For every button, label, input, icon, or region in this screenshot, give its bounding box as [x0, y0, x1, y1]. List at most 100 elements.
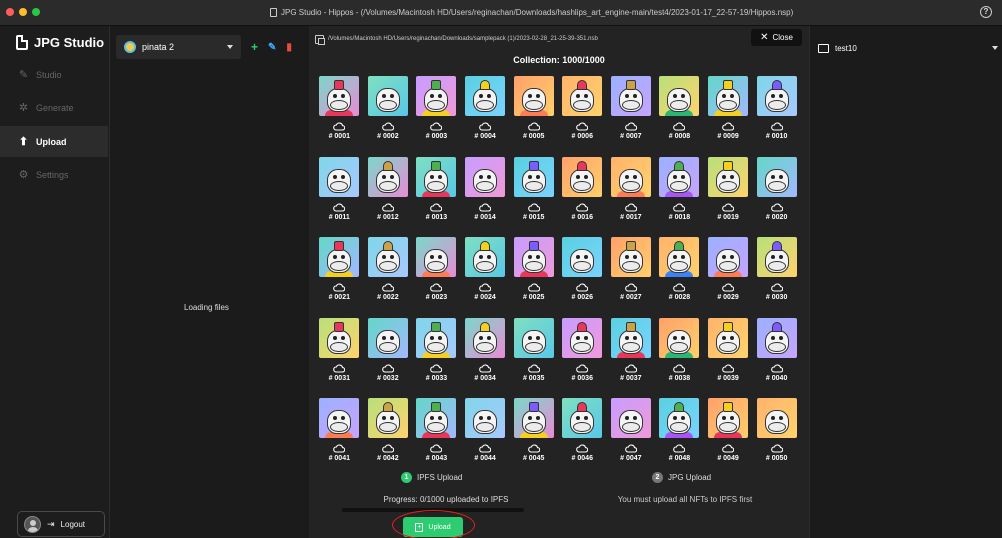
nft-item[interactable]: # 0044 [461, 398, 510, 466]
nft-item[interactable]: # 0020 [752, 156, 801, 238]
hippo-eye [632, 94, 637, 98]
hat-decoration [577, 80, 588, 90]
nft-item[interactable]: # 0039 [704, 317, 753, 399]
hat-decoration [528, 160, 539, 171]
nft-item[interactable]: # 0037 [607, 317, 656, 399]
cloud-icon [673, 283, 686, 292]
nft-number: # 0046 [571, 455, 593, 462]
sidebar-item-studio[interactable]: ✎ Studio [0, 59, 108, 90]
nft-item[interactable]: # 0050 [752, 398, 801, 466]
nft-item[interactable]: # 0028 [655, 237, 704, 318]
nft-item[interactable]: # 0027 [607, 237, 656, 318]
hippo-snout [330, 341, 349, 352]
nft-item[interactable]: # 0036 [558, 317, 607, 399]
hat-decoration [382, 402, 393, 412]
close-window-button[interactable] [6, 8, 14, 16]
nft-item[interactable]: # 0011 [315, 156, 364, 238]
hippo-eye [535, 335, 540, 340]
edit-project-button[interactable]: ✎ [268, 42, 276, 53]
minimize-window-button[interactable] [19, 8, 27, 16]
nft-item[interactable]: # 0047 [607, 398, 656, 466]
nft-item[interactable]: # 0005 [509, 76, 558, 157]
nft-item[interactable]: # 0013 [412, 156, 461, 238]
hat-decoration [771, 80, 782, 90]
nft-item[interactable]: # 0003 [412, 76, 461, 157]
project-select[interactable]: pinata 2 [116, 35, 241, 59]
copy-icon[interactable] [315, 34, 325, 45]
nft-item[interactable]: # 0038 [655, 317, 704, 399]
nft-item[interactable]: # 0033 [412, 317, 461, 399]
hippo-snout [767, 341, 786, 352]
hippo-eye [632, 255, 637, 259]
hippo-snout [719, 341, 738, 352]
nft-item[interactable]: # 0032 [364, 317, 413, 399]
nft-item[interactable]: # 0024 [461, 237, 510, 318]
nft-item[interactable]: # 0007 [607, 76, 656, 157]
nft-item[interactable]: # 0012 [364, 156, 413, 238]
sidebar-item-upload[interactable]: ⬆ Upload [0, 126, 108, 157]
nft-item[interactable]: # 0001 [315, 76, 364, 157]
nft-item[interactable]: # 0049 [704, 398, 753, 466]
nft-item[interactable]: # 0035 [509, 317, 558, 399]
nft-item[interactable]: # 0008 [655, 76, 704, 157]
collection-select[interactable]: test10 [818, 38, 998, 58]
nft-item[interactable]: # 0009 [704, 76, 753, 157]
hippo-eye [341, 335, 346, 340]
delete-project-button[interactable]: ▮ [286, 42, 292, 53]
nft-item[interactable]: # 0017 [607, 156, 656, 238]
hippo-eye [487, 335, 492, 340]
nft-item[interactable]: # 0025 [509, 237, 558, 318]
chevron-down-icon [227, 45, 233, 49]
nft-item[interactable]: # 0045 [509, 398, 558, 466]
nft-item[interactable]: # 0018 [655, 156, 704, 238]
nft-grid-scroll[interactable]: # 0001 # 0002 # 0003 # 0004 # 0005 # 000… [315, 76, 801, 466]
nft-item[interactable]: # 0026 [558, 237, 607, 318]
hippo-snout [719, 261, 738, 271]
close-button[interactable]: ✕ Close [751, 29, 802, 46]
zoom-window-button[interactable] [32, 8, 40, 16]
step-number-badge: 2 [652, 472, 663, 483]
hat-decoration [528, 402, 539, 412]
hippo-eye [624, 335, 629, 340]
nft-item[interactable]: # 0021 [315, 237, 364, 318]
nft-item[interactable]: # 0034 [461, 317, 510, 399]
nft-item[interactable]: # 0031 [315, 317, 364, 399]
help-icon[interactable]: ? [980, 6, 992, 18]
nft-item[interactable]: # 0046 [558, 398, 607, 466]
nft-item[interactable]: # 0030 [752, 237, 801, 318]
sidebar-item-generate[interactable]: ✲ Generate [0, 92, 108, 123]
hippo-eye [576, 174, 581, 179]
hippo-snout [621, 100, 640, 110]
hat-decoration [431, 402, 442, 412]
nft-thumbnail [513, 237, 554, 277]
nft-item[interactable]: # 0006 [558, 76, 607, 157]
hippo-snout [524, 100, 543, 110]
nft-item[interactable]: # 0040 [752, 317, 801, 399]
add-project-button[interactable]: + [251, 40, 258, 54]
avatar [24, 515, 41, 533]
nft-item[interactable]: # 0010 [752, 76, 801, 157]
logout-button[interactable]: ⇥ Logout [17, 511, 105, 537]
step-ipfs-upload: 1 IPFS Upload [401, 472, 462, 483]
app-window: JPG Studio - Hippos - (/Volumes/Macintos… [0, 0, 1002, 538]
cloud-icon [430, 122, 443, 131]
close-icon: ✕ [760, 32, 769, 43]
nft-item[interactable]: # 0029 [704, 237, 753, 318]
hippo-eye [624, 255, 629, 259]
nft-item[interactable]: # 0016 [558, 156, 607, 238]
nft-item[interactable]: # 0043 [412, 398, 461, 466]
nft-item[interactable]: # 0041 [315, 398, 364, 466]
nft-item[interactable]: # 0023 [412, 237, 461, 318]
hat-decoration [577, 321, 588, 332]
nft-item[interactable]: # 0002 [364, 76, 413, 157]
sidebar-item-settings[interactable]: ⚙ Settings [0, 159, 108, 190]
brush-icon: ✎ [18, 69, 29, 81]
nft-item[interactable]: # 0004 [461, 76, 510, 157]
nft-item[interactable]: # 0019 [704, 156, 753, 238]
nft-item[interactable]: # 0014 [461, 156, 510, 238]
nft-item[interactable]: # 0022 [364, 237, 413, 318]
nft-item[interactable]: # 0042 [364, 398, 413, 466]
nft-item[interactable]: # 0015 [509, 156, 558, 238]
hat-decoration [674, 402, 685, 412]
nft-item[interactable]: # 0048 [655, 398, 704, 466]
